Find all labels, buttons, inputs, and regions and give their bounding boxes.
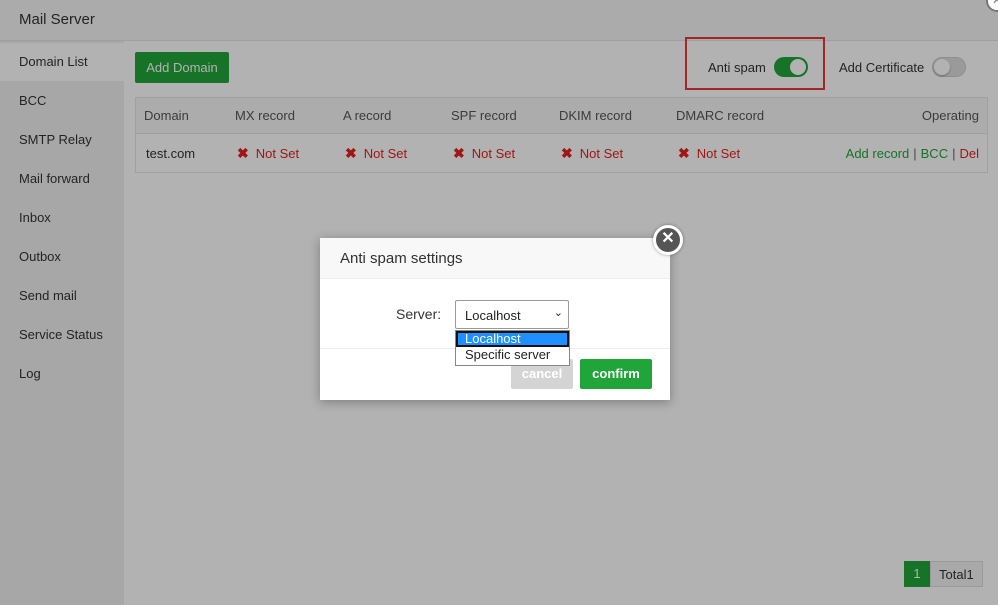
- server-label: Server:: [396, 306, 442, 322]
- anti-spam-settings-dialog: Anti spam settings ✕ Server: Localhost ⌄…: [320, 225, 683, 400]
- confirm-button[interactable]: confirm: [580, 359, 652, 389]
- server-select-value: Localhost: [465, 308, 521, 323]
- server-select[interactable]: Localhost ⌄: [455, 300, 569, 329]
- dialog-header: Anti spam settings ✕: [320, 225, 683, 279]
- server-option-specific-server[interactable]: Specific server: [456, 347, 569, 363]
- close-icon[interactable]: ✕: [653, 225, 683, 255]
- chevron-down-icon: ⌄: [553, 307, 563, 319]
- server-option-localhost[interactable]: Localhost: [456, 331, 569, 347]
- dialog-title: Anti spam settings: [340, 250, 463, 267]
- server-dropdown-list: Localhost Specific server: [455, 330, 570, 366]
